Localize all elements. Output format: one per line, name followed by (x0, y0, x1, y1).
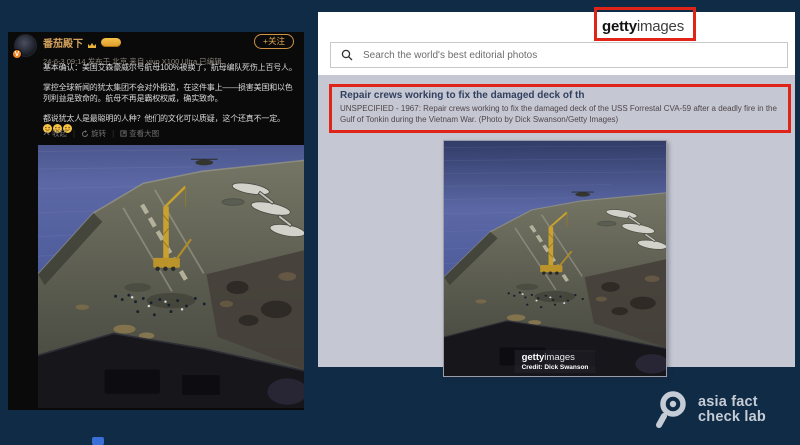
image-viewer-backdrop: Repair crews working to fix the damaged … (318, 75, 795, 367)
asia-fact-check-lab-logo: asia fact check lab (653, 389, 766, 431)
getty-images-panel: gettyimages Repair crews working to fix … (318, 12, 795, 367)
logo-line-2: check lab (698, 410, 766, 425)
divider: | (73, 129, 75, 138)
magnifier-logo-icon (653, 389, 689, 431)
vip-level-badge-icon (101, 38, 121, 47)
watermark-bold-text: getty (522, 352, 545, 363)
collapse-action[interactable]: 收起 (43, 128, 67, 139)
cropped-blue-icon (92, 437, 104, 445)
follow-button[interactable]: +关注 (254, 34, 294, 49)
view-large-action[interactable]: 查看大图 (120, 128, 159, 139)
rotate-icon (81, 130, 89, 138)
avatar[interactable]: V (14, 34, 38, 58)
logo-light-text: images (637, 18, 684, 35)
search-bar[interactable] (330, 42, 788, 68)
image-toolbar: 收起 | 旋转 | 查看大图 (43, 128, 159, 139)
divider: | (112, 129, 114, 138)
logo-line-1: asia fact (698, 395, 766, 410)
post-paragraph: 掌控全球新闻的犹太集团不会对外报道，在这件事上——损害美国和以色列利益是致命的。… (43, 82, 297, 104)
logo-bold-text: getty (602, 18, 637, 35)
rotate-action[interactable]: 旋转 (81, 128, 106, 139)
post-paragraph: 基本确认：美国艾森豪威尔号航母100%被换了，航母编队死伤上百号人。 (43, 62, 297, 73)
verified-v-icon: V (12, 49, 22, 59)
username[interactable]: 番茄殿下 (43, 35, 83, 50)
gettyimages-logo[interactable]: gettyimages (602, 18, 684, 35)
caption-title[interactable]: Repair crews working to fix the damaged … (340, 90, 780, 101)
caption-body: UNSPECIFIED - 1967: Repair crews working… (340, 104, 780, 125)
search-input[interactable] (363, 50, 777, 61)
watermark-light-text: images (544, 352, 575, 363)
logo-text: asia fact check lab (698, 395, 766, 425)
getty-carrier-photo[interactable]: gettyimages Credit: Dick Swanson (443, 140, 667, 377)
search-icon (341, 49, 353, 61)
fact-check-composite: V 番茄殿下 24-6-3 09:14 发布于 北京 来自 vivo X100 … (0, 0, 800, 445)
weibo-post-panel: V 番茄殿下 24-6-3 09:14 发布于 北京 来自 vivo X100 … (8, 32, 304, 410)
caption-block-highlighted: Repair crews working to fix the damaged … (329, 84, 791, 133)
weibo-carrier-photo[interactable] (38, 145, 304, 408)
expand-icon (120, 130, 127, 137)
collapse-icon (43, 130, 50, 137)
getty-watermark: gettyimages Credit: Dick Swanson (515, 350, 596, 373)
watermark-credit: Credit: Dick Swanson (522, 364, 589, 371)
crown-badge-icon (87, 38, 97, 48)
